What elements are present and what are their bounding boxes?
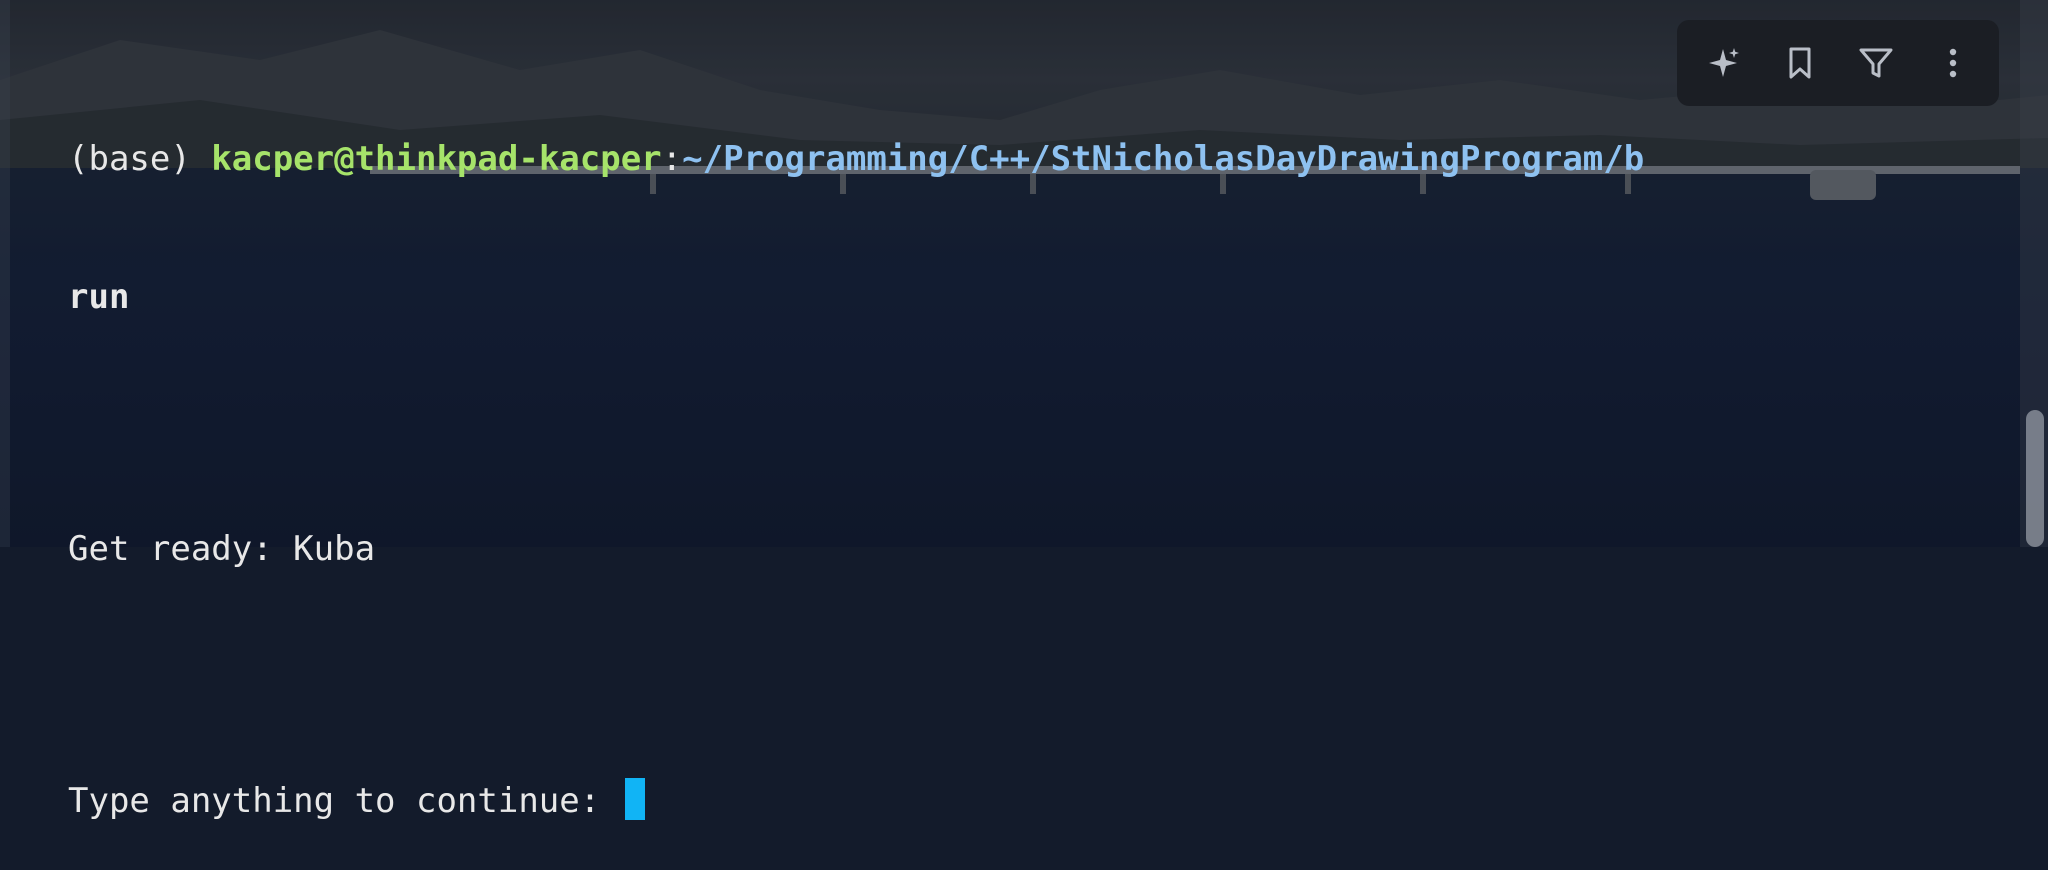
terminal-toolbar xyxy=(1677,20,1999,106)
input-prompt: Type anything to continue: xyxy=(68,781,621,821)
prompt-path: ~/Programming/C++/StNicholasDayDrawingPr… xyxy=(682,139,1645,179)
sparkle-icon xyxy=(1709,48,1740,77)
prompt-user-host: kacper@thinkpad-kacper xyxy=(211,139,662,179)
bookmark-button[interactable] xyxy=(1770,33,1830,93)
scrollbar-thumb[interactable] xyxy=(2026,410,2044,547)
scrollbar[interactable] xyxy=(2020,0,2048,547)
more-vertical-icon xyxy=(1949,48,1956,78)
filter-icon xyxy=(1859,48,1893,78)
more-options-button[interactable] xyxy=(1923,33,1983,93)
terminal-output[interactable]: (base) kacper@thinkpad-kacper:~/Programm… xyxy=(68,44,2048,870)
input-line: Type anything to continue: xyxy=(68,778,2048,824)
filter-button[interactable] xyxy=(1846,33,1906,93)
output-line: Get ready: Kuba xyxy=(68,529,376,569)
command-wrap-line: run xyxy=(68,277,130,317)
sparkle-button[interactable] xyxy=(1693,33,1753,93)
text-cursor xyxy=(624,778,645,820)
prompt-separator: : xyxy=(661,139,683,179)
bookmark-icon xyxy=(1789,47,1811,79)
window-left-edge xyxy=(0,0,10,547)
prompt-line: (base) kacper@thinkpad-kacper:~/Programm… xyxy=(68,136,2048,182)
conda-env: (base) xyxy=(68,139,212,179)
